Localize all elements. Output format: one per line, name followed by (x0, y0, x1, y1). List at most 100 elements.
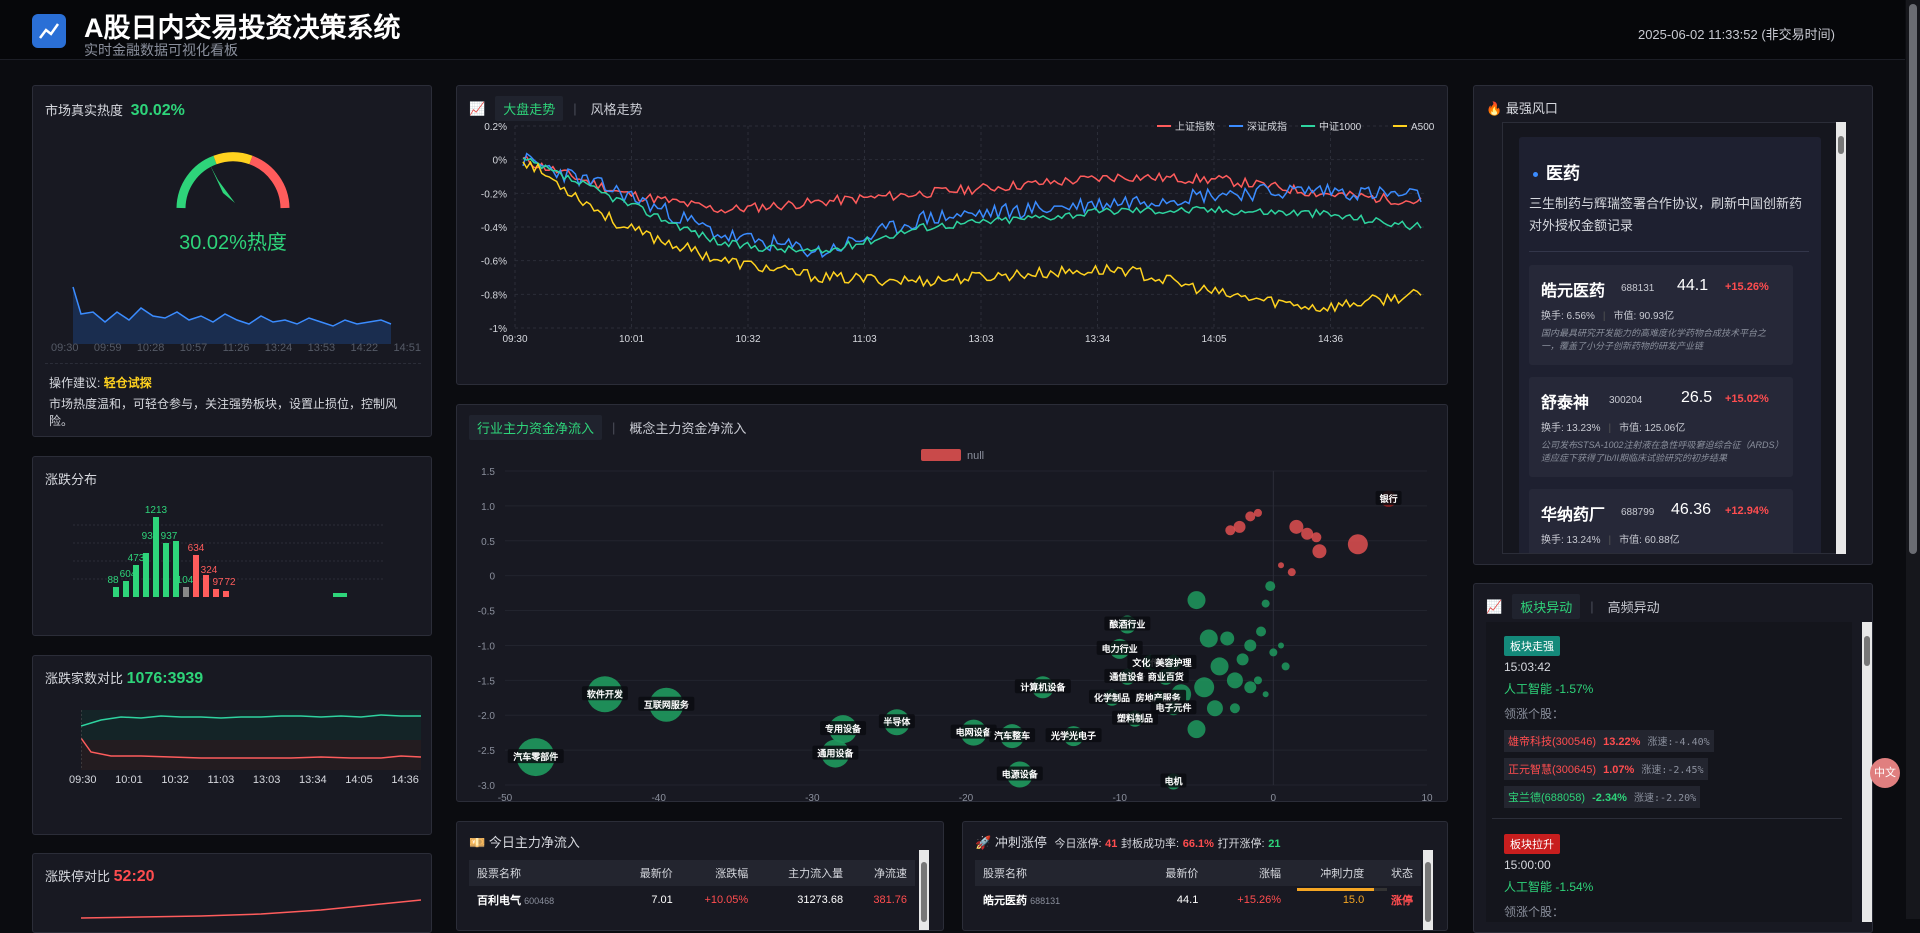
heat-x-tick: 09:30 (51, 342, 79, 354)
lead-stock-name: 宝兰德(688058) (1508, 792, 1586, 804)
heat-x-tick: 10:57 (179, 342, 208, 354)
index-series-line (522, 155, 1422, 214)
updown-x-tick: 09:30 (69, 774, 97, 786)
bubble (1312, 544, 1327, 559)
language-toggle-button[interactable]: 中文 (1870, 758, 1900, 788)
scrollbar-thumb[interactable] (921, 862, 927, 922)
lead-stock-name: 雄帝科技(300546) (1508, 736, 1597, 748)
lead-stock[interactable]: 雄帝科技(300546) 13.22% 涨速:-4.40% (1504, 730, 1714, 752)
opened-count: 21 (1268, 838, 1281, 850)
col-header[interactable]: 净流速 (843, 860, 915, 886)
app-header: A股日内交易投资决策系统 实时金融数据可视化看板 2025-06-02 11:3… (0, 0, 1905, 60)
price-cell: 44.1 (1176, 894, 1199, 906)
move-sector: 人工智能 -1.54% (1504, 880, 1594, 894)
dist-label: 97 (212, 577, 224, 588)
limit-up-scrollbar[interactable] (1423, 850, 1433, 930)
move-item[interactable]: 板块走强 15:03:42 人工智能 -1.57% 领涨个股： 雄帝科技(300… (1504, 636, 1714, 808)
scrollbar-thumb[interactable] (1838, 136, 1844, 154)
tab-industry-flow[interactable]: 行业主力资金净流入 (469, 415, 603, 440)
scrollbar-thumb[interactable] (1425, 862, 1431, 922)
index-y-tick: -0.8% (481, 290, 507, 301)
tab-high-freq[interactable]: 高频异动 (1604, 594, 1664, 619)
scrollbar-thumb[interactable] (1864, 636, 1870, 666)
stock-card[interactable]: 舒泰神 300204 26.5 +15.02% 换手: 13.23% | 市值: 1… (1529, 377, 1793, 477)
stock-card[interactable]: 华纳药厂 688799 46.36 +12.94% 换手: 13.24% | 市值:… (1529, 489, 1793, 553)
bubble-label: 电源设备 (1002, 769, 1039, 780)
dist-label: 604 (120, 569, 137, 580)
table-row[interactable]: 皓元医药 688131 44.1 +15.26% 15.0 涨停 (975, 886, 1421, 914)
stock-pct: +12.94% (1725, 505, 1769, 517)
dist-label: 72 (224, 577, 236, 588)
bubble-label: 电网设备 (956, 727, 993, 738)
bubble (1229, 703, 1240, 714)
tab-sector-moves[interactable]: 板块异动 (1512, 594, 1581, 619)
lead-stock[interactable]: 正元智慧(300645) 1.07% 涨速:-2.45% (1504, 758, 1708, 780)
page-scrollbar-thumb[interactable] (1909, 4, 1917, 554)
bubble-label: 商业百货 (1148, 671, 1184, 682)
bubble-label: 互联网服务 (644, 699, 690, 710)
lead-stock[interactable]: 宝兰德(688058) -2.34% 涨速:-2.20% (1504, 786, 1701, 808)
move-time: 15:00:00 (1504, 858, 1551, 872)
sector-news-card[interactable]: 医药 三生制药与辉瑞签署合作协议，刷新中国创新药对外授权金额记录 皓元医药 68… (1519, 137, 1821, 553)
col-header[interactable]: 最新价 (615, 860, 673, 886)
bubble-x-tick: -40 (651, 793, 666, 803)
dist-label: 104 (177, 575, 194, 586)
stock-name-cell: 皓元医药 688131 (975, 886, 1136, 914)
updown-x-tick: 10:01 (115, 774, 143, 786)
bubble-x-tick: 0 (1271, 793, 1277, 803)
page-scrollbar[interactable] (1906, 0, 1920, 919)
bubble-label: 电力行业 (1102, 643, 1138, 654)
dist-label: 1213 (145, 505, 168, 516)
strongest-scroll-area[interactable]: 医药 三生制药与辉瑞签署合作协议，刷新中国创新药对外授权金额记录 皓元医药 68… (1502, 122, 1846, 554)
bubble-label: 光学光电子 (1050, 730, 1096, 741)
sector-moves-panel: 📈 板块异动 | 高频异动 板块走强 15:03:42 人工智能 -1.57% … (1473, 583, 1873, 933)
bubble (1278, 562, 1285, 569)
bubble-x-tick: -20 (959, 793, 974, 803)
stock-price: 26.5 (1681, 389, 1713, 406)
line-chart-icon: 📈 (469, 100, 486, 116)
index-x-tick: 14:05 (1201, 334, 1226, 345)
col-header[interactable]: 股票名称 (975, 860, 1136, 886)
stock-code: 600468 (524, 896, 555, 906)
table-row[interactable]: 百利电气 600468 7.01 +10.05% 31273.68 381.76 (469, 886, 915, 914)
col-header[interactable]: 涨跌幅 (672, 860, 749, 886)
stock-cap: 市值: 125.06亿 (1619, 423, 1686, 434)
updown-x-tick: 13:03 (252, 774, 281, 786)
line-chart-icon: 📈 (1486, 598, 1503, 614)
bubble-y-tick: -2.5 (478, 746, 496, 757)
table-header-row: 股票名称 最新价 涨幅 冲刺力度 状态 (975, 860, 1421, 886)
advice-label: 操作建议: (49, 376, 101, 390)
col-header[interactable]: 冲刺力度 (1281, 860, 1365, 886)
app-subtitle: 实时金融数据可视化看板 (84, 42, 238, 58)
col-header[interactable]: 股票名称 (469, 860, 616, 886)
inflow-cell: 31273.68 (797, 894, 844, 906)
distribution-title: 涨跌分布 (45, 472, 98, 487)
tab-concept-flow[interactable]: 概念主力资金净流入 (625, 415, 750, 440)
col-header[interactable]: 状态 (1364, 860, 1421, 886)
stock-card[interactable]: 皓元医药 688131 44.1 +15.26% 换手: 6.56% | 市值: 9… (1529, 265, 1793, 365)
legend-label: 上证指数 (1175, 120, 1215, 133)
main-inflow-scrollbar[interactable] (919, 850, 929, 930)
datetime-display: 2025-06-02 11:33:52 (非交易时间) (1637, 27, 1835, 42)
strongest-scrollbar[interactable] (1836, 122, 1846, 554)
col-header[interactable]: 涨幅 (1198, 860, 1282, 886)
bubble (1210, 657, 1229, 676)
updown-x-tick: 14:05 (345, 774, 373, 786)
updown-x-tick: 10:32 (161, 774, 189, 786)
bubble-label: 软件开发 (587, 688, 624, 699)
bubble (1253, 676, 1262, 685)
updown-value: 1076:3939 (126, 670, 204, 687)
sector-moves-tabbar: 📈 板块异动 | 高频异动 (1486, 594, 1664, 619)
move-item[interactable]: 板块拉升 15:00:00 人工智能 -1.54% 领涨个股： (1504, 834, 1593, 920)
sector-name: 医药 (1533, 159, 1580, 184)
col-header[interactable]: 主力流入量 (748, 860, 844, 886)
bubble (1220, 631, 1235, 646)
stock-meta: 换手: 13.24% | 市值: 60.88亿 (1541, 535, 1680, 546)
bubble-y-tick: 0 (489, 572, 495, 583)
lead-stock-speed: 涨速:-4.40% (1647, 737, 1710, 748)
dist-label: 937 (161, 531, 178, 542)
col-header[interactable]: 最新价 (1135, 860, 1199, 886)
heat-divider (45, 363, 421, 364)
legend-label: A500 (1411, 122, 1435, 133)
sector-moves-list[interactable]: 板块走强 15:03:42 人工智能 -1.57% 领涨个股： 雄帝科技(300… (1486, 622, 1852, 922)
